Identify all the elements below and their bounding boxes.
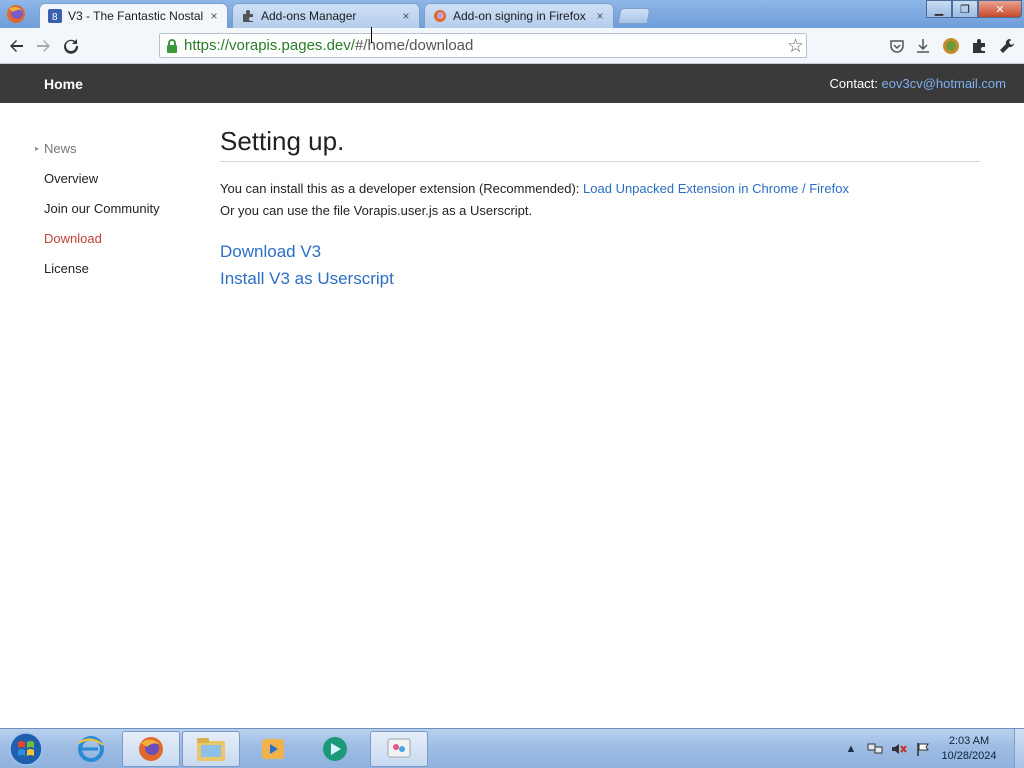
nav-item-label: Download <box>44 231 102 246</box>
text-cursor <box>371 27 374 43</box>
system-clock[interactable]: 2:03 AM 10/28/2024 <box>938 734 1000 764</box>
nav-item-community[interactable]: Join our Community <box>0 199 200 229</box>
tab-title: Add-ons Manager <box>261 9 357 23</box>
url-host: https://vorapis.pages.dev/ <box>184 37 355 54</box>
install-userscript-link[interactable]: Install V3 as Userscript <box>220 269 980 289</box>
tab-addon-signing[interactable]: Add-on signing in Firefox | F × <box>424 3 614 28</box>
nav-item-label: Join our Community <box>44 201 160 216</box>
tab-title: V3 - The Fantastic Nostalgia <box>68 9 203 23</box>
show-hidden-icons-icon[interactable]: ▲ <box>842 741 860 757</box>
install-extension-line: You can install this as a developer exte… <box>220 181 980 196</box>
action-center-flag-icon[interactable] <box>914 741 932 757</box>
taskbar-app-icon[interactable] <box>306 731 364 767</box>
userscript-line: Or you can use the file Vorapis.user.js … <box>220 203 533 218</box>
taskbar-ie-icon[interactable] <box>62 731 120 767</box>
puzzle-icon <box>243 10 253 22</box>
nav-item-label: License <box>44 261 89 276</box>
firefox-menu-icon[interactable] <box>4 3 28 25</box>
main-content: Setting up. You can install this as a de… <box>220 126 980 289</box>
site-header: Home Contact: eov3cv@hotmail.com <box>0 64 1024 103</box>
taskbar-explorer-icon[interactable] <box>182 731 240 767</box>
nav-item-label: News <box>44 141 77 156</box>
side-navigation: ▸ News Overview Join our Community Downl… <box>0 139 200 289</box>
window-controls: ▁ ❐ ✕ <box>926 0 1022 18</box>
tab-close-icon[interactable]: × <box>593 9 607 23</box>
wrench-icon[interactable] <box>996 35 1018 57</box>
taskbar-media-player-icon[interactable] <box>244 731 302 767</box>
tab-v3[interactable]: 8 V3 - The Fantastic Nostalgia × <box>39 3 228 28</box>
lock-icon <box>167 38 177 53</box>
nav-item-label: Overview <box>44 171 99 186</box>
bullet-icon: ▸ <box>35 144 40 153</box>
nav-item-overview[interactable]: Overview <box>0 169 200 199</box>
download-v3-link[interactable]: Download V3 <box>220 242 980 262</box>
download-icon[interactable] <box>912 35 934 57</box>
minimize-icon[interactable]: ▁ <box>926 0 952 18</box>
tab-addons-manager[interactable]: Add-ons Manager × <box>232 3 420 28</box>
site-favicon-icon: 8 <box>48 9 62 23</box>
firefox-icon <box>434 10 446 22</box>
nav-item-license[interactable]: License <box>0 259 200 289</box>
clock-time: 2:03 AM <box>948 735 990 747</box>
close-window-icon[interactable]: ✕ <box>978 0 1022 18</box>
forward-icon[interactable] <box>32 35 54 57</box>
reload-icon[interactable] <box>60 35 82 57</box>
page-title: Setting up. <box>220 126 980 162</box>
nav-item-news[interactable]: ▸ News <box>0 139 200 169</box>
back-icon[interactable] <box>6 35 28 57</box>
page-content: Home Contact: eov3cv@hotmail.com ▸ News … <box>0 64 1024 728</box>
home-link[interactable]: Home <box>44 76 83 92</box>
taskbar-paint-icon[interactable] <box>370 731 428 767</box>
svg-text:8: 8 <box>52 12 58 23</box>
network-icon[interactable] <box>866 741 884 757</box>
volume-muted-icon[interactable] <box>890 741 908 757</box>
new-tab-button[interactable] <box>617 8 651 24</box>
show-desktop-button[interactable] <box>1014 729 1024 768</box>
load-unpacked-link[interactable]: Load Unpacked Extension in Chrome / Fire… <box>583 181 849 196</box>
tab-title: Add-on signing in Firefox | F <box>453 9 589 23</box>
nav-item-download[interactable]: Download <box>0 229 200 259</box>
install-extension-text: You can install this as a developer exte… <box>220 181 580 196</box>
url-bar[interactable]: https://vorapis.pages.dev/#/home/downloa… <box>159 33 807 58</box>
contact-info: Contact: eov3cv@hotmail.com <box>829 76 1006 91</box>
taskbar: ▲ 2:03 AM 10/28/2024 <box>0 728 1024 768</box>
restore-icon[interactable]: ❐ <box>952 0 978 18</box>
extension-globe-icon[interactable] <box>940 35 962 57</box>
clock-date: 10/28/2024 <box>941 750 997 762</box>
pocket-icon[interactable] <box>886 35 908 57</box>
title-bar: 8 V3 - The Fantastic Nostalgia × Add-ons… <box>0 0 1024 28</box>
taskbar-firefox-icon[interactable] <box>122 731 180 767</box>
contact-email-link[interactable]: eov3cv@hotmail.com <box>882 76 1006 91</box>
tab-close-icon[interactable]: × <box>207 9 221 23</box>
contact-label: Contact: <box>829 76 878 91</box>
system-tray: ▲ 2:03 AM 10/28/2024 <box>842 729 1024 768</box>
extensions-puzzle-icon[interactable] <box>968 35 990 57</box>
tab-close-icon[interactable]: × <box>399 9 413 23</box>
bookmark-star-icon[interactable]: ☆ <box>787 35 804 58</box>
navigation-bar: https://vorapis.pages.dev/#/home/downloa… <box>0 28 1024 64</box>
start-button-icon[interactable] <box>6 731 46 767</box>
